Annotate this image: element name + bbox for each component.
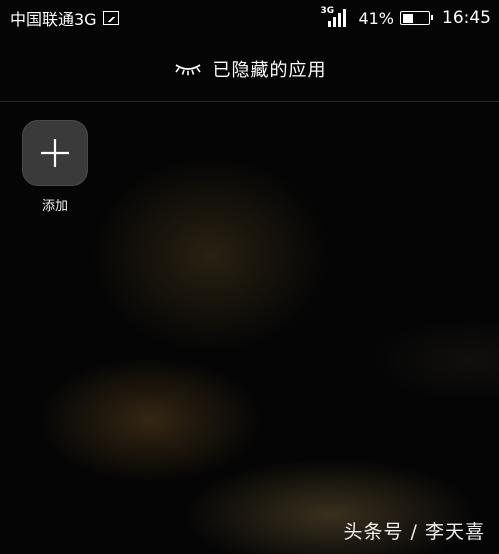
signal-bar bbox=[328, 21, 332, 27]
page-title: 已隐藏的应用 bbox=[212, 59, 327, 81]
signal-bar bbox=[343, 9, 347, 27]
signal-bar bbox=[333, 17, 337, 27]
eye-closed-icon bbox=[174, 63, 201, 75]
network-type: 3G bbox=[320, 6, 335, 16]
watermark: 头条号 / 李天喜 bbox=[343, 521, 485, 543]
battery-fill bbox=[402, 13, 413, 23]
signal-bar bbox=[338, 13, 342, 27]
battery-icon bbox=[400, 11, 433, 25]
carrier-name: 中国联通3G bbox=[10, 10, 97, 29]
add-app-tile[interactable]: 添加 bbox=[22, 120, 88, 214]
screen: 中国联通3G 3G 41% 16:45 已隐藏的应用 添加 头条号 / 李天喜 bbox=[0, 0, 499, 554]
status-right: 3G 41% 16:45 bbox=[320, 6, 491, 28]
plus-icon bbox=[41, 139, 69, 167]
add-label: 添加 bbox=[41, 199, 68, 214]
status-left: 中国联通3G bbox=[10, 6, 119, 30]
clock: 16:45 bbox=[442, 8, 491, 28]
add-button[interactable] bbox=[22, 120, 88, 186]
picture-icon bbox=[102, 11, 119, 25]
battery-percent: 41% bbox=[358, 8, 394, 28]
signal-icon: 3G bbox=[320, 6, 348, 28]
header: 已隐藏的应用 bbox=[0, 36, 499, 102]
status-bar: 中国联通3G 3G 41% 16:45 bbox=[0, 0, 499, 36]
